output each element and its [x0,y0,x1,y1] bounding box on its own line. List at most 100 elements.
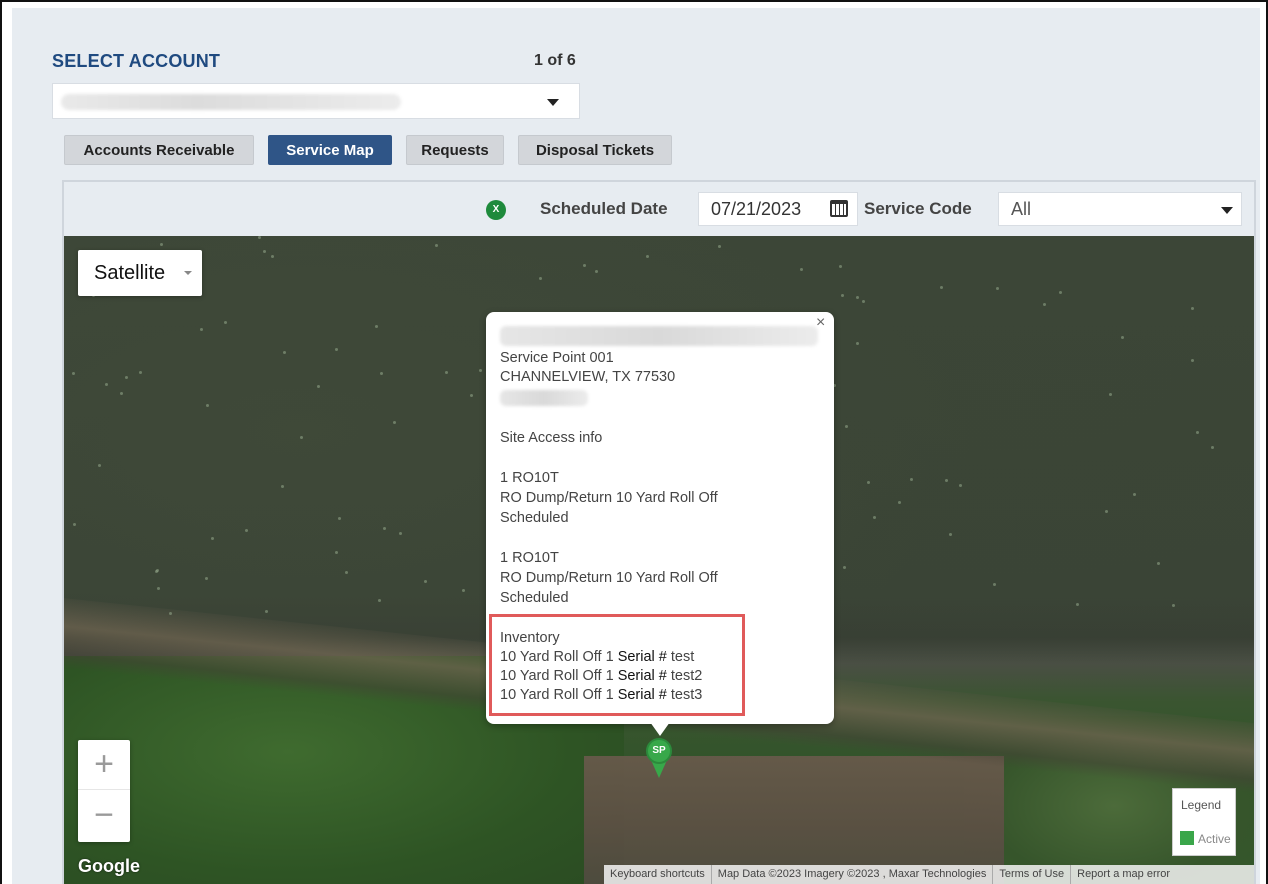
popup-pointer [650,722,670,736]
tab-service-map[interactable]: Service Map [268,135,392,165]
map-speck [595,270,598,273]
map-speck [105,383,108,386]
legend-swatch-active [1180,831,1194,845]
inventory-item-name: 10 Yard Roll Off 1 [500,668,618,684]
legend-title: Legend [1181,798,1222,812]
serial-label: Serial # [617,668,667,684]
map-speck [1211,446,1214,449]
map-speck [120,392,123,395]
google-logo: Google [78,856,140,876]
inventory-item: 10 Yard Roll Off 1 Serial # test2 [500,668,702,684]
map-speck [263,250,266,253]
excel-icon[interactable]: X [486,200,506,220]
map-type-button[interactable]: Satellite [78,250,202,296]
map-speck [206,404,209,407]
map-speck [856,296,859,299]
chevron-down-icon [547,99,559,106]
map-speck [139,371,142,374]
account-select[interactable] [52,83,580,119]
map-speck [1109,393,1112,396]
map-speck [845,425,848,428]
report-map-error-link[interactable]: Report a map error [1070,865,1176,884]
map-speck [335,348,338,351]
service-description: RO Dump/Return 10 Yard Roll Off [500,570,718,586]
map-speck [435,244,438,247]
keyboard-shortcuts-link[interactable]: Keyboard shortcuts [604,865,711,884]
zoom-out-button[interactable]: − [78,791,130,841]
tab-requests[interactable]: Requests [406,135,504,165]
map-speck [1133,493,1136,496]
map-speck [98,464,101,467]
map-speck [910,478,913,481]
map-speck [383,527,386,530]
map-speck [73,523,76,526]
map-speck [1191,307,1194,310]
map-speck [867,481,870,484]
map-speck [157,587,160,590]
map-speck [317,385,320,388]
map-speck [1043,303,1046,306]
map-data-text: Map Data ©2023 Imagery ©2023 , Maxar Tec… [710,865,993,884]
map-speck [72,372,75,375]
map-speck [338,517,341,520]
redacted-account-name [61,94,401,110]
map-speck [1172,604,1175,607]
map-speck [205,577,208,580]
map-speck [281,485,284,488]
map-speck [271,255,274,258]
map-speck [959,484,962,487]
map-speck [380,372,383,375]
select-account-title: SELECT ACCOUNT [52,51,221,71]
zoom-control: + − [78,740,130,842]
map-speck [445,371,448,374]
inventory-item-name: 10 Yard Roll Off 1 [500,649,618,665]
map-speck [1059,291,1062,294]
map-speck [283,351,286,354]
zoom-in-button[interactable]: + [78,740,130,790]
service-code-select[interactable]: All [998,192,1242,226]
map-speck [211,537,214,540]
inventory-item-name: 10 Yard Roll Off 1 [500,687,618,703]
map-speck [945,479,948,482]
map-speck [399,532,402,535]
service-code: 1 RO10T [500,550,559,566]
map-speck [843,566,846,569]
terms-of-use-link[interactable]: Terms of Use [992,865,1070,884]
map-speck [646,255,649,258]
map-speck [993,583,996,586]
calendar-icon[interactable] [830,200,848,217]
tab-accounts-receivable[interactable]: Accounts Receivable [64,135,254,165]
map-speck [1121,336,1124,339]
service-code: 1 RO10T [500,470,559,486]
map-speck [841,294,844,297]
map-speck [1105,510,1108,513]
account-count: 1 of 6 [534,52,576,69]
map-speck [169,612,172,615]
app-frame: SELECT ACCOUNT 1 of 6 Accounts Receivabl… [0,0,1268,884]
map-speck [245,529,248,532]
map-speck [375,325,378,328]
map-speck [898,501,901,504]
map-speck [800,268,803,271]
map-speck [155,570,158,573]
map-speck [583,264,586,267]
map-speck [393,421,396,424]
map-speck [1076,603,1079,606]
map-toolbar: X Scheduled Date 07/21/2023 Service Code… [64,182,1254,236]
service-status: Scheduled [500,590,569,606]
tab-disposal-tickets[interactable]: Disposal Tickets [518,135,672,165]
map-speck [265,610,268,613]
map-speck [300,436,303,439]
service-point-marker[interactable]: SP [646,738,674,782]
map-speck [1191,359,1194,362]
legend-label-active: Active [1198,832,1231,846]
satellite-map[interactable]: Satellite + − Google Keyboard shortcuts M… [64,236,1254,884]
serial-label: Serial # [617,687,667,703]
serial-value: test [666,649,695,665]
serial-value: test2 [666,668,703,684]
map-speck [1157,562,1160,565]
marker-label: SP [646,738,672,764]
serial-label: Serial # [617,649,667,665]
map-speck [160,243,163,246]
service-point-popup: × Service Point 001 CHANNELVIEW, TX 7753… [486,312,834,736]
